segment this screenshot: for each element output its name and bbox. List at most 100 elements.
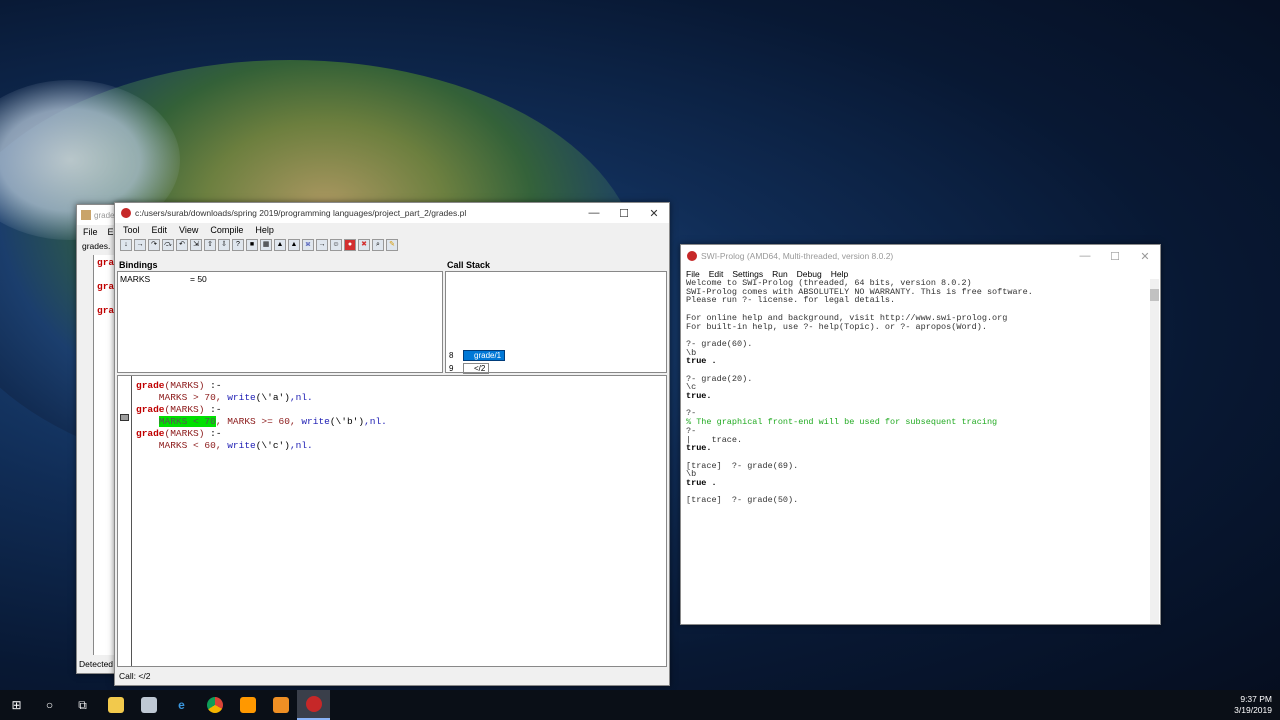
- code-line: grade(MARKS) :-: [136, 404, 222, 415]
- query-icon[interactable]: ?: [232, 239, 244, 251]
- current-goal-highlight: MARKS < 70: [158, 416, 216, 427]
- abort-icon[interactable]: ✖: [358, 239, 370, 251]
- chart2-icon[interactable]: ▲: [288, 239, 300, 251]
- clock-time: 9:37 PM: [1240, 694, 1272, 704]
- taskbar: ⊞ ○ ⧉ e 9:37 PM 3/19/2019: [0, 690, 1280, 720]
- console-line: Please run ?- license. for legal details…: [686, 295, 896, 306]
- swipl-taskbar-icon[interactable]: [297, 690, 330, 720]
- swipl-console-window[interactable]: SWI-Prolog (AMD64, Multi-threaded, versi…: [680, 244, 1161, 625]
- debugger-toolbar: ↓ → ↷ ⤼ ↶ ⇲ ⇧ ⇩ ? ■ ▦ ▲ ▲ ж → ☺ ● ✖ ⌕ ✎: [115, 237, 669, 253]
- step-into-icon[interactable]: ↓: [120, 239, 132, 251]
- console-line: \b: [686, 469, 697, 480]
- console-line: [trace] ?- grade(50).: [686, 495, 799, 506]
- maximize-button[interactable]: ☐: [609, 207, 639, 220]
- chrome-icon[interactable]: [198, 690, 231, 720]
- nodebug-icon[interactable]: ⇲: [190, 239, 202, 251]
- swipl-menu-debug[interactable]: Debug: [797, 269, 822, 279]
- console-scrollbar[interactable]: [1150, 279, 1159, 624]
- menu-edit[interactable]: Edit: [152, 225, 168, 235]
- source-gutter: [118, 376, 132, 666]
- binding-row[interactable]: MARKS = 50: [120, 274, 440, 284]
- menu-view[interactable]: View: [179, 225, 198, 235]
- stack-frame-label: </2: [463, 363, 490, 374]
- up-icon[interactable]: ⇧: [204, 239, 216, 251]
- console-line: [trace] ?- grade(69).: [686, 460, 799, 471]
- menu-compile[interactable]: Compile: [210, 225, 243, 235]
- console-output[interactable]: Welcome to SWI-Prolog (threaded, 64 bits…: [686, 279, 1146, 619]
- goto-icon[interactable]: →: [316, 239, 328, 251]
- stack-frame[interactable]: 9 </2: [449, 363, 490, 374]
- stop-icon[interactable]: ●: [344, 239, 356, 251]
- console-line: true.: [686, 443, 712, 454]
- console-line: true.: [686, 391, 712, 402]
- callstack-list[interactable]: 8 grade/1 9 </2: [445, 271, 667, 374]
- app-orange-icon[interactable]: [264, 690, 297, 720]
- back-menu-file[interactable]: File: [83, 227, 98, 237]
- close-button[interactable]: ✕: [1130, 250, 1160, 263]
- maximize-button[interactable]: ☐: [1100, 250, 1130, 263]
- stack-depth: 9: [449, 364, 454, 373]
- close-button[interactable]: ✕: [639, 207, 669, 220]
- console-line: true .: [686, 478, 717, 489]
- stack-frame-label: grade/1: [463, 350, 506, 361]
- callstack-header: Call Stack: [447, 260, 491, 270]
- minimize-button[interactable]: —: [579, 207, 609, 219]
- back-window-status: Detected: [79, 659, 114, 669]
- bindings-pane[interactable]: Bindings MARKS = 50: [117, 259, 443, 373]
- stack-frame[interactable]: 8 grade/1: [449, 350, 506, 361]
- debugger-window[interactable]: c:/users/surab/downloads/spring 2019/pro…: [114, 202, 670, 686]
- debugger-status: Call: </2: [119, 671, 151, 681]
- skip-icon[interactable]: ↷: [148, 239, 160, 251]
- swipl-menu-file[interactable]: File: [686, 269, 700, 279]
- chart-icon[interactable]: ▲: [274, 239, 286, 251]
- debugger-titlebar[interactable]: c:/users/surab/downloads/spring 2019/pro…: [115, 203, 669, 223]
- prolog-owl-icon: [121, 208, 131, 218]
- swipl-menu-run[interactable]: Run: [772, 269, 788, 279]
- finish-icon[interactable]: ⤼: [162, 239, 174, 251]
- swipl-menu-edit[interactable]: Edit: [709, 269, 724, 279]
- swipl-title: SWI-Prolog (AMD64, Multi-threaded, versi…: [701, 251, 894, 261]
- file-explorer-icon[interactable]: [99, 690, 132, 720]
- retry-icon[interactable]: ↶: [176, 239, 188, 251]
- search-icon[interactable]: ○: [33, 690, 66, 720]
- clock[interactable]: 9:37 PM 3/19/2019: [1234, 694, 1272, 716]
- scrollbar-thumb[interactable]: [1150, 289, 1159, 301]
- person-icon[interactable]: ☺: [330, 239, 342, 251]
- menu-tool[interactable]: Tool: [123, 225, 140, 235]
- spy-icon[interactable]: ▦: [260, 239, 272, 251]
- menu-help[interactable]: Help: [255, 225, 274, 235]
- edge-icon[interactable]: e: [165, 690, 198, 720]
- current-line-marker-icon: [120, 414, 129, 421]
- code-line: MARKS < 60, write(\'c'),nl.: [136, 440, 313, 451]
- task-view-icon[interactable]: ⧉: [66, 690, 99, 720]
- back-window-icon: [81, 210, 91, 220]
- stack-depth: 8: [449, 351, 454, 360]
- step-over-icon[interactable]: →: [134, 239, 146, 251]
- swipl-menu-settings[interactable]: Settings: [732, 269, 763, 279]
- search-icon[interactable]: ⌕: [372, 239, 384, 251]
- down-icon[interactable]: ⇩: [218, 239, 230, 251]
- sublime-icon[interactable]: [231, 690, 264, 720]
- swipl-titlebar[interactable]: SWI-Prolog (AMD64, Multi-threaded, versi…: [681, 245, 1160, 267]
- minimize-button[interactable]: —: [1070, 250, 1100, 262]
- source-pane[interactable]: grade(MARKS) :- MARKS > 70, write(\'a'),…: [117, 375, 667, 667]
- code-line: grade(MARKS) :-: [136, 428, 222, 439]
- callstack-pane[interactable]: Call Stack 8 grade/1 9 </2: [445, 259, 667, 374]
- console-line: ?- grade(60).: [686, 338, 753, 349]
- console-line: ?-: [686, 425, 697, 436]
- edit-icon[interactable]: ✎: [386, 239, 398, 251]
- breakpoint-icon[interactable]: ■: [246, 239, 258, 251]
- console-line: \c: [686, 382, 697, 393]
- swipl-menu-help[interactable]: Help: [831, 269, 848, 279]
- butterfly-icon[interactable]: ж: [302, 239, 314, 251]
- console-line: \b: [686, 347, 697, 358]
- binding-value: = 50: [190, 274, 207, 284]
- store-icon[interactable]: [132, 690, 165, 720]
- start-windows-icon[interactable]: ⊞: [0, 690, 33, 720]
- back-menu-edit[interactable]: E: [108, 227, 114, 237]
- bindings-list[interactable]: MARKS = 50: [117, 271, 443, 373]
- console-line: true .: [686, 356, 717, 367]
- source-code[interactable]: grade(MARKS) :- MARKS > 70, write(\'a'),…: [136, 380, 387, 452]
